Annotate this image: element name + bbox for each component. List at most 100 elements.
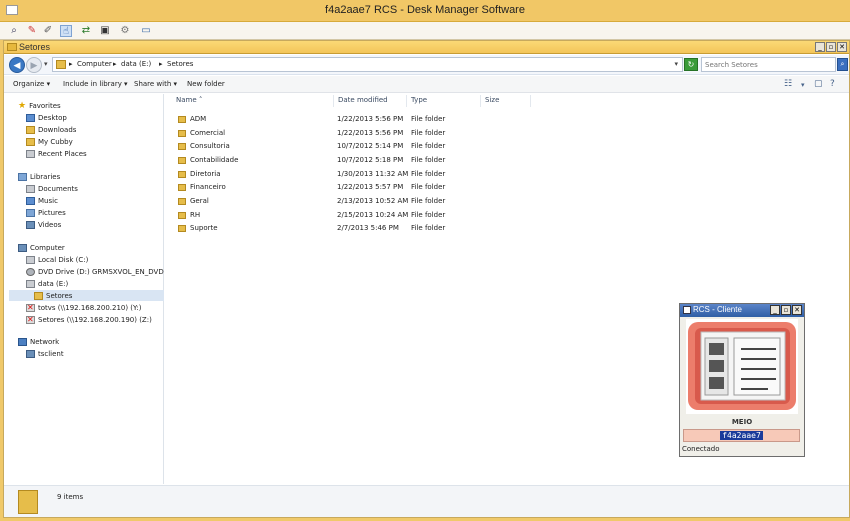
new-folder-button[interactable]: New folder bbox=[187, 80, 225, 88]
nav-setores-z[interactable]: Setores (\\192.168.200.190) (Z:) bbox=[26, 314, 152, 325]
table-row[interactable]: Geral 2/13/2013 10:52 AM File folder bbox=[166, 195, 849, 208]
table-row[interactable]: Suporte 2/7/2013 5:46 PM File folder bbox=[166, 222, 849, 235]
close-button[interactable]: ✕ bbox=[837, 42, 847, 52]
nav-pictures[interactable]: Pictures bbox=[26, 207, 66, 218]
screen-tool-icon[interactable]: ▭ bbox=[140, 25, 152, 37]
share-with-menu[interactable]: Share with ▾ bbox=[134, 80, 177, 88]
restore-button[interactable]: ▫ bbox=[781, 305, 791, 315]
search-input[interactable] bbox=[702, 58, 822, 71]
nav-videos[interactable]: Videos bbox=[26, 219, 61, 230]
table-row[interactable]: Consultoria 10/7/2012 5:14 PM File folder bbox=[166, 140, 849, 153]
disconnected-drive-icon bbox=[26, 303, 35, 312]
back-arrow-icon[interactable]: ◀ bbox=[9, 57, 25, 73]
breadcrumb-separator[interactable]: ▸ bbox=[69, 60, 73, 68]
navigation-pane: ★ Favorites Desktop Downloads My Cubby Re… bbox=[4, 94, 164, 484]
breadcrumb-computer[interactable]: Computer bbox=[77, 60, 112, 68]
pictures-icon bbox=[26, 208, 35, 217]
rcs-client-id-field[interactable]: f4a2aae7 bbox=[683, 429, 800, 442]
nav-setores[interactable]: Setores bbox=[9, 290, 164, 301]
preview-pane-icon[interactable]: ▢ bbox=[814, 79, 823, 89]
rcs-connection-status: Conectado bbox=[682, 445, 720, 453]
folder-icon bbox=[34, 291, 43, 300]
address-bar[interactable]: ▸ Computer ▸ data (E:) ▸ Setores ▾ bbox=[52, 57, 683, 72]
organize-menu[interactable]: Organize ▾ bbox=[13, 80, 50, 88]
nav-downloads[interactable]: Downloads bbox=[26, 124, 76, 135]
table-row[interactable]: Comercial 1/22/2013 5:56 PM File folder bbox=[166, 127, 849, 140]
app-title: f4a2aae7 RCS - Desk Manager Software bbox=[325, 4, 525, 16]
close-button[interactable]: ✕ bbox=[792, 305, 802, 315]
nav-computer[interactable]: Computer bbox=[18, 242, 65, 253]
view-options-icon[interactable]: ☷ bbox=[784, 79, 792, 89]
table-row[interactable]: Contabilidade 10/7/2012 5:18 PM File folde… bbox=[166, 154, 849, 167]
settings-tool-icon[interactable]: ⚙ bbox=[119, 25, 131, 37]
nav-my-cubby[interactable]: My Cubby bbox=[26, 136, 73, 147]
folder-icon bbox=[178, 143, 186, 150]
nav-libraries[interactable]: Libraries bbox=[18, 171, 60, 182]
history-dropdown-icon[interactable]: ▾ bbox=[44, 60, 48, 68]
disconnected-drive-icon bbox=[26, 315, 35, 324]
rcs-toolbar: ⌕ ✎ ✐ ☝ ⇄ ▣ ⚙ ▭ bbox=[0, 22, 850, 40]
nav-documents[interactable]: Documents bbox=[26, 183, 78, 194]
desktop-icon bbox=[26, 113, 35, 122]
folder-icon bbox=[178, 157, 186, 164]
table-row[interactable]: Financeiro 1/22/2013 5:57 PM File folder bbox=[166, 181, 849, 194]
pointer-tool-icon[interactable]: ☝ bbox=[60, 25, 72, 37]
address-dropdown-icon[interactable]: ▾ bbox=[674, 60, 678, 68]
breadcrumb-separator[interactable]: ▸ bbox=[113, 60, 117, 68]
folder-icon bbox=[178, 198, 186, 205]
breadcrumb-separator[interactable]: ▸ bbox=[159, 60, 163, 68]
nav-dvd-drive-d[interactable]: DVD Drive (D:) GRMSXVOL_EN_DVD bbox=[26, 266, 164, 277]
column-type[interactable]: Type bbox=[407, 95, 481, 107]
address-row: ◀ ▶ ▾ ▸ Computer ▸ data (E:) ▸ Setores ▾… bbox=[4, 55, 849, 75]
minimize-button[interactable]: _ bbox=[815, 42, 825, 52]
forward-arrow-icon[interactable]: ▶ bbox=[26, 57, 42, 73]
item-count: 9 items bbox=[57, 493, 84, 501]
table-row[interactable]: Diretoria 1/30/2013 11:32 AM File folder bbox=[166, 168, 849, 181]
documents-icon bbox=[26, 184, 35, 193]
folder-icon bbox=[178, 130, 186, 137]
search-icon[interactable]: ⌕ bbox=[837, 58, 848, 71]
nav-local-disk-c[interactable]: Local Disk (C:) bbox=[26, 254, 88, 265]
help-icon[interactable]: ? bbox=[830, 79, 835, 89]
table-row[interactable]: ADM 1/22/2013 5:56 PM File folder bbox=[166, 113, 849, 126]
computer-icon bbox=[26, 349, 35, 358]
folder-icon bbox=[7, 43, 17, 51]
folder-icon bbox=[178, 212, 186, 219]
network-icon bbox=[18, 337, 27, 346]
nav-tsclient[interactable]: tsclient bbox=[26, 348, 64, 359]
nav-totvs-y[interactable]: totvs (\\192.168.200.210) (Y:) bbox=[26, 302, 141, 313]
nav-recent-places[interactable]: Recent Places bbox=[26, 148, 87, 159]
minimize-button[interactable]: _ bbox=[770, 305, 780, 315]
search-box[interactable] bbox=[701, 57, 836, 72]
column-date-modified[interactable]: Date modified bbox=[334, 95, 407, 107]
column-name[interactable]: Name ˄ bbox=[172, 95, 334, 107]
edit-tool-icon[interactable]: ✐ bbox=[42, 25, 54, 37]
folder-icon bbox=[18, 490, 38, 514]
nav-music[interactable]: Music bbox=[26, 195, 58, 206]
computer-icon bbox=[18, 243, 27, 252]
column-size[interactable]: Size bbox=[481, 95, 531, 107]
search-tool-icon[interactable]: ⌕ bbox=[8, 25, 20, 37]
nav-favorites[interactable]: ★ Favorites bbox=[18, 100, 61, 111]
nav-data-e[interactable]: data (E:) bbox=[26, 278, 68, 289]
rcs-client-titlebar: RCS - Cliente _ ▫ ✕ bbox=[680, 304, 804, 317]
videos-icon bbox=[26, 220, 35, 229]
folder-icon bbox=[178, 171, 186, 178]
rcs-client-logo bbox=[686, 319, 798, 414]
pin-tool-icon[interactable]: ✎ bbox=[26, 25, 38, 37]
device-tool-icon[interactable]: ▣ bbox=[99, 25, 111, 37]
include-in-library-menu[interactable]: Include in library ▾ bbox=[63, 80, 128, 88]
refresh-icon[interactable]: ↻ bbox=[684, 58, 698, 71]
table-row[interactable]: RH 2/15/2013 10:24 AM File folder bbox=[166, 209, 849, 222]
view-dropdown-icon[interactable]: ▾ bbox=[801, 81, 805, 89]
folder-icon bbox=[26, 137, 35, 146]
restore-button[interactable]: ▫ bbox=[826, 42, 836, 52]
nav-desktop[interactable]: Desktop bbox=[26, 112, 67, 123]
nav-network[interactable]: Network bbox=[18, 336, 59, 347]
command-bar: Organize ▾ Include in library ▾ Share wi… bbox=[4, 76, 849, 93]
breadcrumb-setores[interactable]: Setores bbox=[167, 60, 193, 68]
breadcrumb-data-e[interactable]: data (E:) bbox=[121, 60, 151, 68]
transfer-tool-icon[interactable]: ⇄ bbox=[80, 25, 92, 37]
status-bar: 9 items bbox=[4, 485, 849, 517]
explorer-titlebar: Setores _ ▫ ✕ bbox=[4, 41, 849, 54]
